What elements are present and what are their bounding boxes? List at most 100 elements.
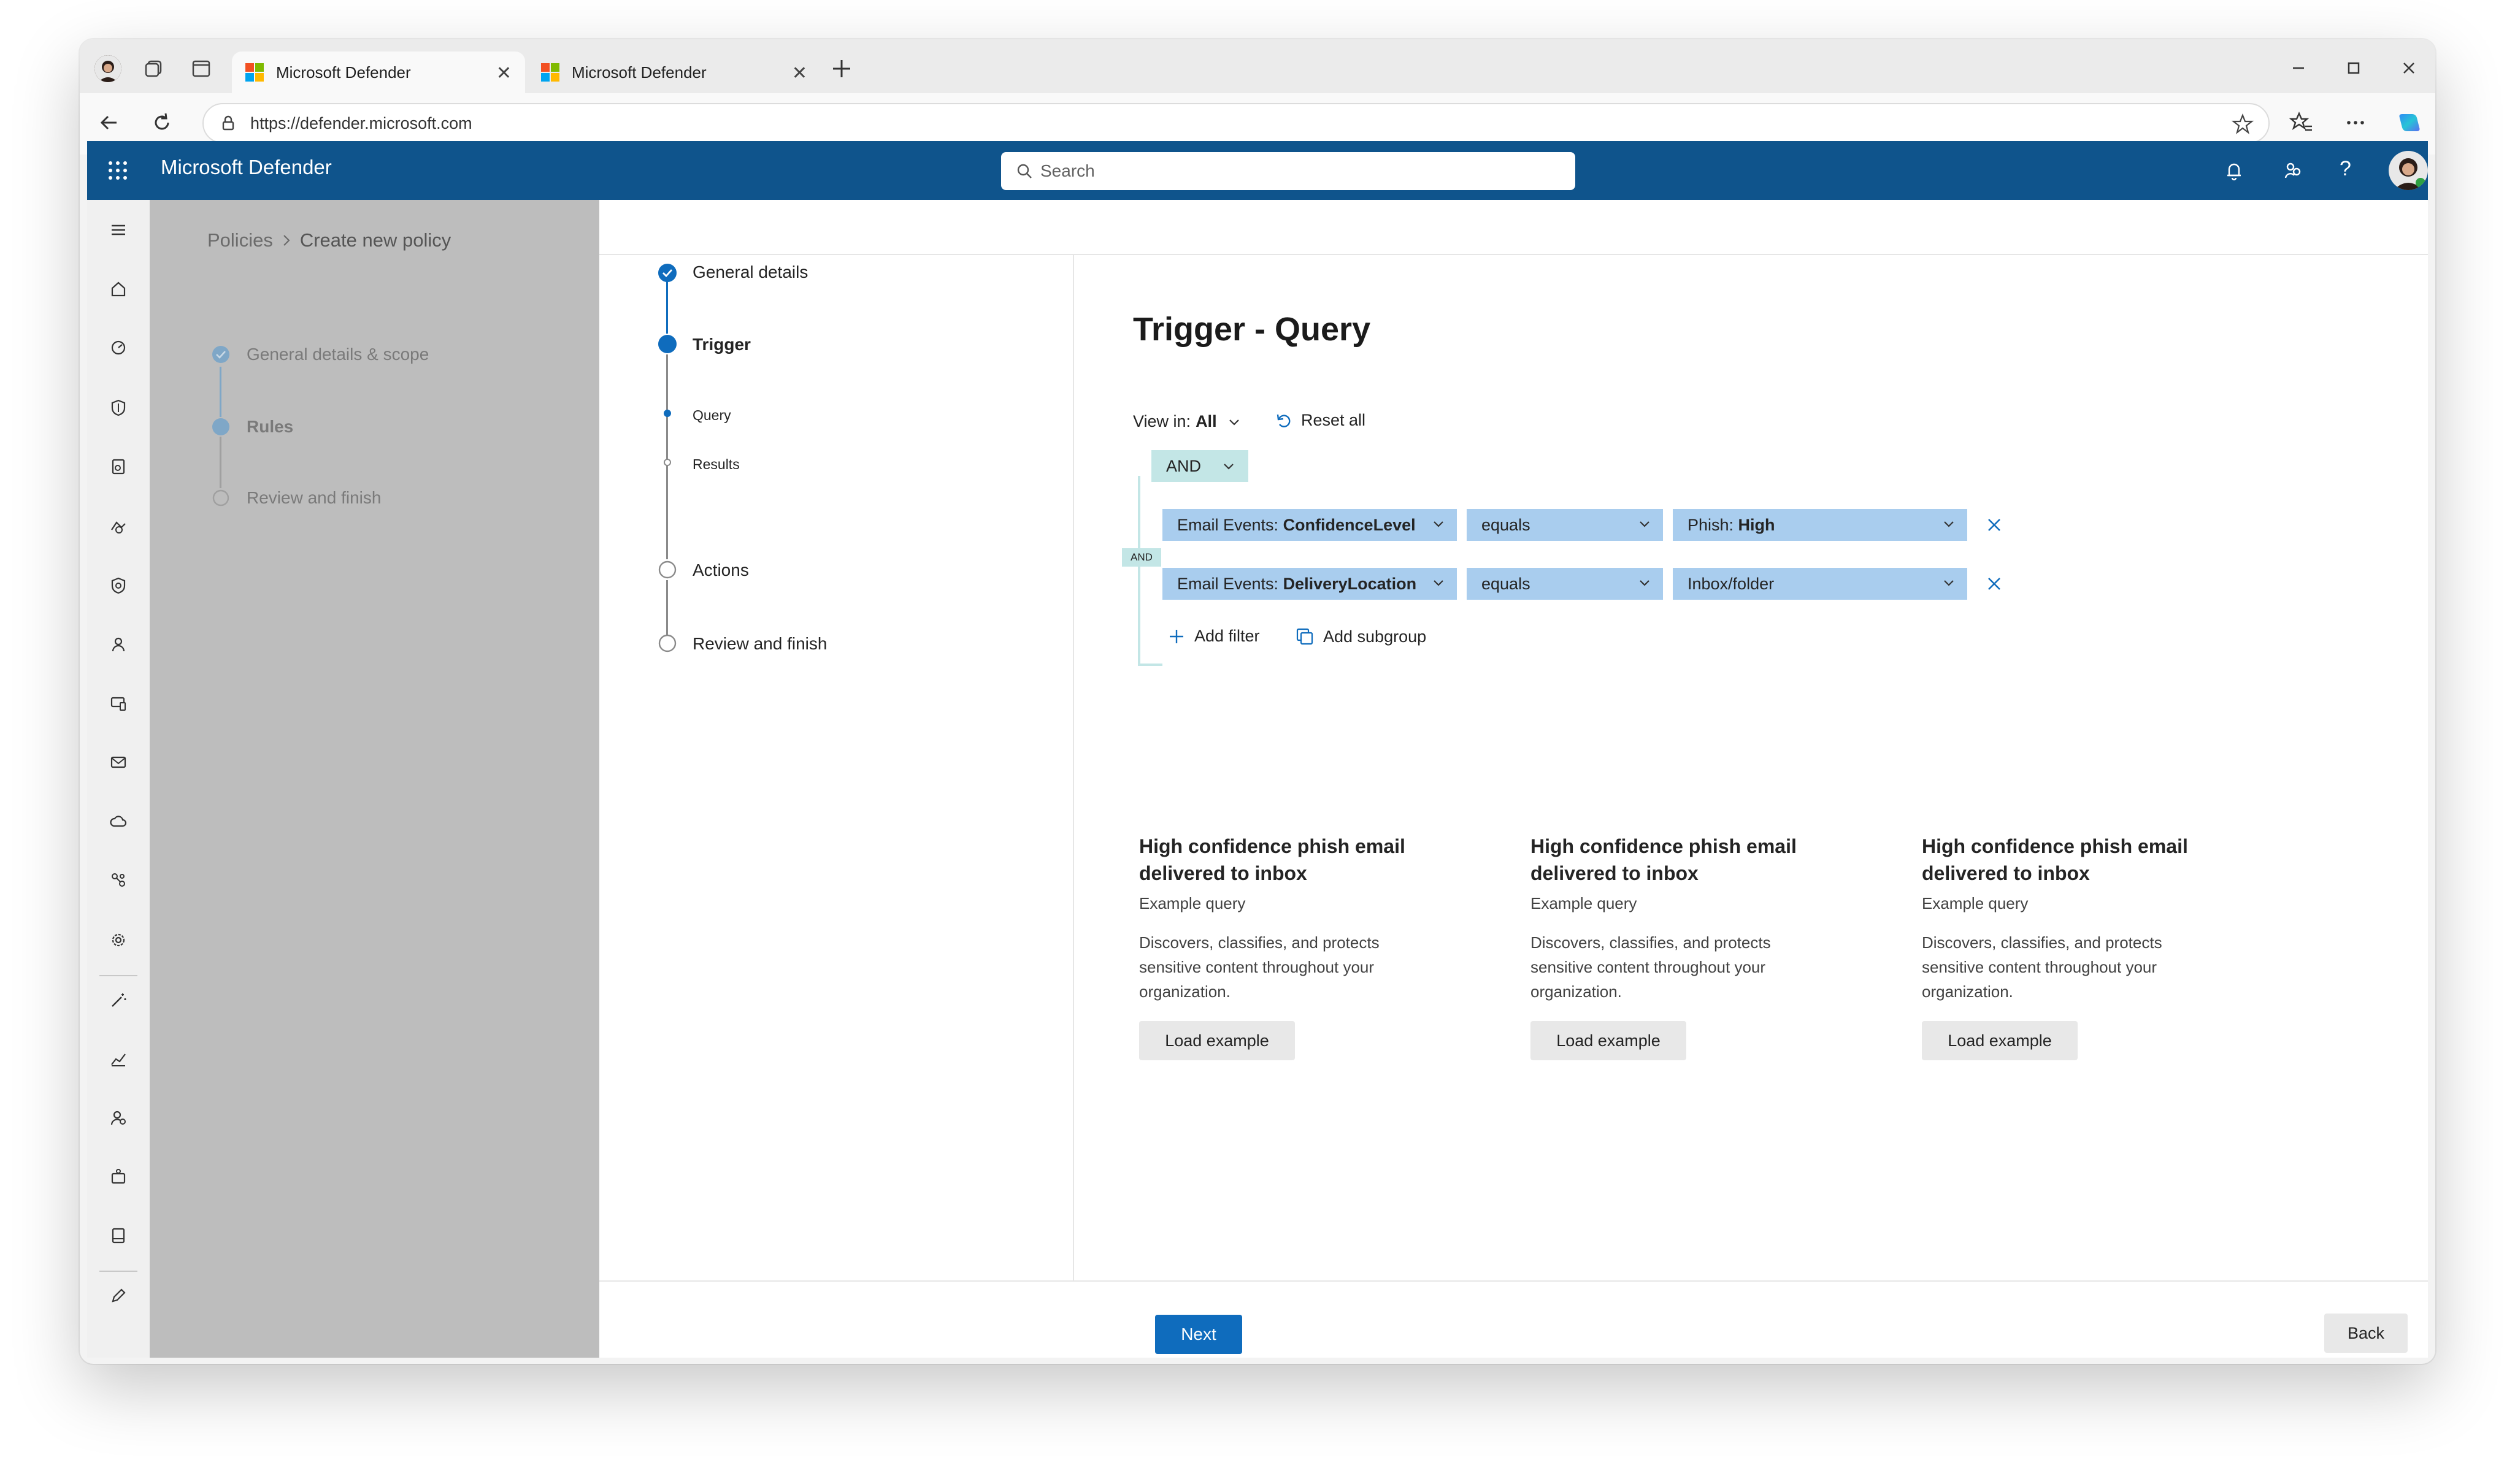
community-icon[interactable]	[2281, 158, 2305, 183]
users-icon[interactable]	[104, 630, 132, 659]
view-in-dropdown[interactable]: View in: All	[1133, 412, 1242, 431]
close-tab-icon[interactable]: ✕	[496, 63, 512, 84]
add-subgroup-label: Add subgroup	[1323, 627, 1427, 646]
filter-operator-dropdown[interactable]: equals	[1467, 568, 1663, 600]
assets-icon[interactable]	[104, 1163, 132, 1191]
example-title: High confidence phish email delivered to…	[1922, 835, 2188, 884]
refresh-icon[interactable]	[150, 110, 174, 135]
incidents-icon[interactable]	[104, 334, 132, 362]
user-avatar[interactable]	[2389, 151, 2428, 190]
new-tab-icon[interactable]	[829, 56, 854, 81]
favorite-star-icon[interactable]	[2232, 113, 2254, 135]
browser-tab-2[interactable]: Microsoft Defender ✕	[528, 52, 821, 93]
substep-results[interactable]: Results	[693, 456, 740, 473]
group-operator-dropdown[interactable]: AND	[1151, 450, 1248, 482]
profile-avatar[interactable]	[94, 55, 121, 82]
substep-query[interactable]: Query	[693, 407, 731, 424]
step-pending-circle-icon	[657, 559, 678, 580]
page-title: Trigger - Query	[1133, 311, 1371, 348]
breadcrumb-policies[interactable]: Policies	[207, 229, 273, 251]
identity-icon[interactable]	[104, 1104, 132, 1132]
settings-gear-icon[interactable]	[104, 926, 132, 954]
help-icon[interactable]: ?	[2340, 157, 2351, 181]
example-description: Discovers, classifies, and protects sens…	[1530, 933, 1771, 1001]
browser-tab-1[interactable]: Microsoft Defender ✕	[232, 52, 525, 93]
back-button[interactable]: Back	[2324, 1314, 2408, 1353]
background-overlay-panel: Policies Create new policy General detai…	[150, 200, 599, 1358]
remove-filter-close-icon[interactable]	[1984, 515, 2004, 535]
minimize-icon[interactable]	[2288, 58, 2309, 78]
close-window-icon[interactable]	[2398, 58, 2419, 78]
example-description: Discovers, classifies, and protects sens…	[1139, 933, 1380, 1001]
back-nav-icon[interactable]	[97, 110, 121, 135]
remove-filter-close-icon[interactable]	[1984, 574, 2004, 594]
favorites-icon[interactable]	[2289, 110, 2314, 135]
devices-icon[interactable]	[104, 689, 132, 717]
bg-step-label: Rules	[247, 417, 294, 436]
url-text: https://defender.microsoft.com	[250, 113, 472, 132]
hunting-icon[interactable]	[104, 513, 132, 541]
bg-step-completed-check-icon	[211, 345, 231, 364]
reset-all-button[interactable]: Reset all	[1274, 411, 1365, 430]
tab-actions-icon[interactable]	[190, 58, 212, 80]
chevron-down-icon	[1637, 516, 1652, 531]
step-general-details[interactable]: General details	[693, 262, 808, 282]
add-filter-label: Add filter	[1194, 627, 1260, 645]
workspaces-icon[interactable]	[144, 58, 166, 80]
copilot-icon[interactable]	[2396, 109, 2423, 136]
analytics-icon[interactable]	[104, 1045, 132, 1073]
bg-step-connector	[220, 367, 221, 417]
chevron-down-icon	[1227, 415, 1242, 429]
url-field[interactable]: https://defender.microsoft.com	[202, 103, 2270, 143]
substep-current-dot-icon	[662, 408, 672, 418]
filter-field-prefix: Email Events:	[1177, 574, 1283, 593]
filter-field-dropdown[interactable]: Email Events: DeliveryLocation	[1162, 568, 1457, 600]
magic-wand-icon[interactable]	[104, 986, 132, 1014]
step-actions[interactable]: Actions	[693, 560, 749, 580]
bg-step-label: General details & scope	[247, 345, 429, 364]
home-icon[interactable]	[104, 275, 132, 303]
policies-shield-icon[interactable]	[104, 572, 132, 600]
filter-operator-dropdown[interactable]: equals	[1467, 509, 1663, 541]
app-launcher-icon[interactable]	[106, 158, 130, 183]
edit-pencil-icon[interactable]	[104, 1282, 132, 1310]
chevron-down-icon	[1221, 459, 1236, 473]
subgroup-icon	[1295, 627, 1315, 646]
breadcrumb: Policies Create new policy	[207, 229, 451, 251]
filter-field-dropdown[interactable]: Email Events: ConfidenceLevel	[1162, 509, 1457, 541]
filter-operator-value: equals	[1481, 574, 1530, 593]
step-review-and-finish[interactable]: Review and finish	[693, 634, 827, 654]
example-card: High confidence phish email delivered to…	[1139, 833, 1427, 1060]
add-filter-button[interactable]: Add filter	[1167, 627, 1260, 646]
filter-value-dropdown[interactable]: Inbox/folder	[1673, 568, 1967, 600]
tab-title: Microsoft Defender	[276, 63, 411, 82]
load-example-button[interactable]: Load example	[1530, 1021, 1686, 1060]
add-subgroup-button[interactable]: Add subgroup	[1295, 627, 1426, 646]
load-example-button[interactable]: Load example	[1139, 1021, 1295, 1060]
browser-window: Microsoft Defender ✕ Microsoft Defender …	[80, 39, 2435, 1364]
shield-icon[interactable]	[104, 394, 132, 422]
filter-field-prefix: Email Events:	[1177, 515, 1283, 534]
app-title[interactable]: Microsoft Defender	[161, 156, 332, 179]
cloud-icon[interactable]	[104, 807, 132, 835]
search-input[interactable]: Search	[1001, 152, 1575, 190]
step-trigger[interactable]: Trigger	[693, 335, 751, 354]
example-subtitle: Example query	[1139, 894, 1246, 912]
learning-book-icon[interactable]	[104, 1222, 132, 1250]
maximize-icon[interactable]	[2343, 58, 2364, 78]
filter-operator-value: equals	[1481, 515, 1530, 534]
menu-icon[interactable]	[104, 216, 132, 244]
example-subtitle: Example query	[1530, 894, 1637, 912]
partners-icon[interactable]	[104, 866, 132, 894]
reset-all-label: Reset all	[1301, 411, 1366, 429]
load-example-button[interactable]: Load example	[1922, 1021, 2078, 1060]
filter-value-dropdown[interactable]: Phish: High	[1673, 509, 1967, 541]
close-tab-icon[interactable]: ✕	[792, 63, 807, 84]
reports-icon[interactable]	[104, 453, 132, 481]
mail-icon[interactable]	[104, 748, 132, 776]
search-icon	[1016, 163, 1033, 180]
notifications-bell-icon[interactable]	[2222, 158, 2246, 183]
more-options-icon[interactable]	[2343, 110, 2368, 135]
next-button[interactable]: Next	[1155, 1315, 1242, 1354]
example-card: High confidence phish email delivered to…	[1922, 833, 2210, 1060]
